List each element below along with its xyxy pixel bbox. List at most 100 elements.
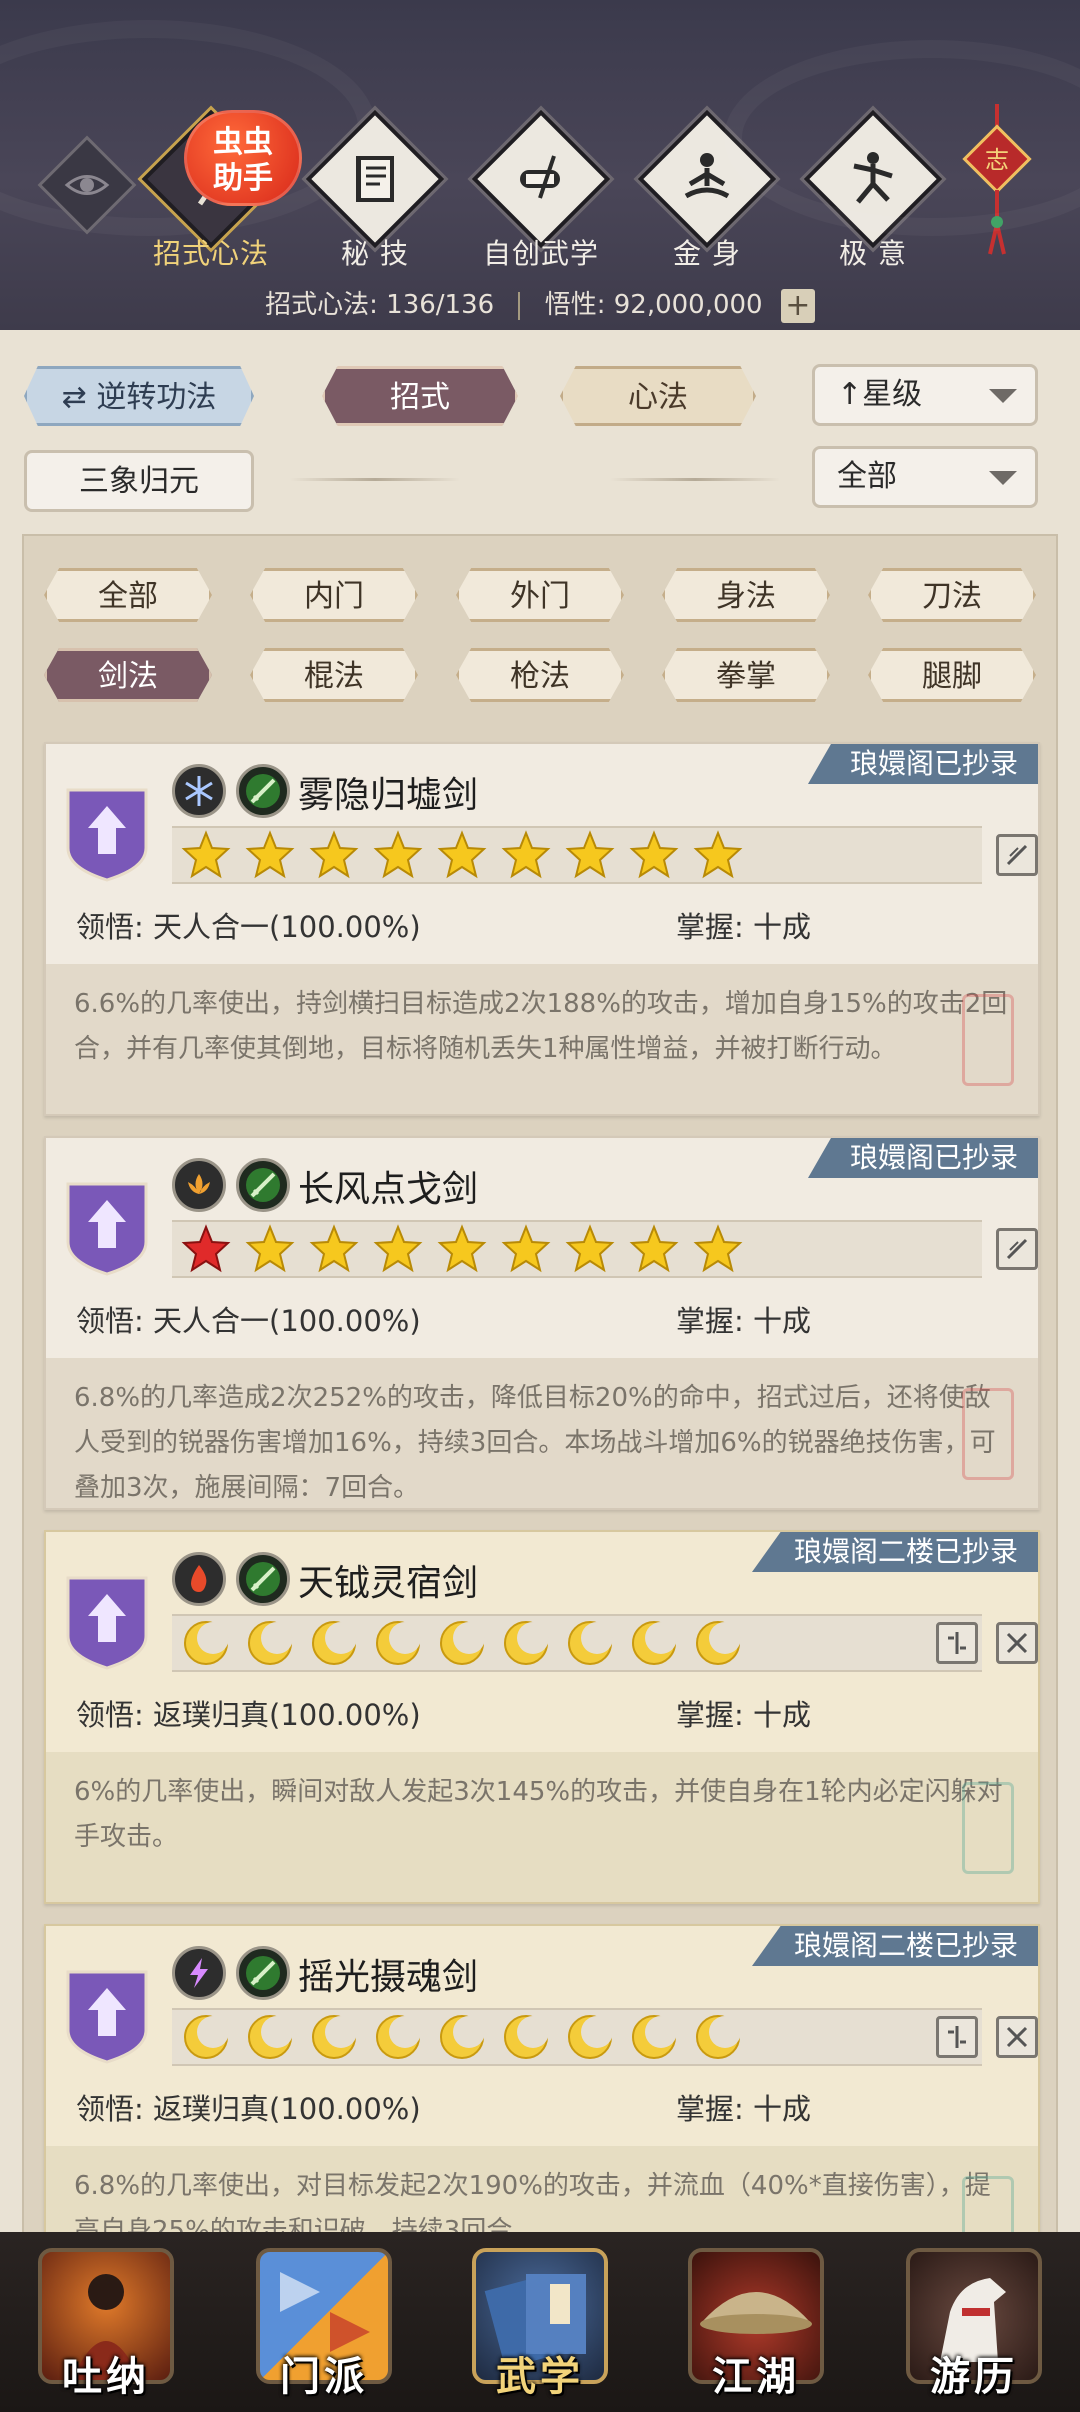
scope-select[interactable]: 全部 (812, 446, 1038, 508)
element-badge (172, 1946, 226, 2000)
weapon-type-badge (236, 1158, 290, 1212)
upgrade-shield-icon[interactable] (64, 784, 150, 884)
compare-button[interactable] (936, 1622, 978, 1664)
subfilter-movement[interactable]: 身法 (662, 568, 830, 622)
tab-label: 金 身 (673, 237, 741, 270)
skill-description: 6%的几率使出，瞬间对敌人发起3次145%的攻击，并使自身在1轮内必定闪躲对手攻… (46, 1752, 1038, 1902)
swap-arrows-icon: ⇄ (61, 380, 87, 415)
star-rating-icon (686, 827, 750, 883)
mastery: 掌握: 十成 (676, 1698, 812, 1732)
tab-miji[interactable]: 秘 技 (300, 109, 450, 280)
close-icon (1006, 1632, 1028, 1654)
close-compare-button[interactable] (996, 2016, 1038, 2058)
star-rating-icon (494, 1221, 558, 1277)
moon-rating-icon (238, 2009, 302, 2065)
star-rating (172, 1614, 982, 1672)
close-icon (1006, 2026, 1028, 2048)
sort-select[interactable]: ↑星级 (812, 364, 1038, 426)
chinese-knot-icon[interactable]: 志 (962, 104, 1032, 264)
nav-tuna[interactable]: 吐纳 (26, 2242, 186, 2408)
split-icon (948, 2026, 966, 2048)
sword-type-icon (246, 1562, 280, 1596)
chongchong-helper-badge[interactable]: 虫虫 助手 (184, 110, 302, 206)
close-compare-button[interactable] (996, 1622, 1038, 1664)
svg-text:志: 志 (985, 146, 1009, 174)
subfilter-leg[interactable]: 腿脚 (868, 648, 1036, 702)
skill-card[interactable]: 琅嬛阁二楼已抄录 天钺灵宿剑 领悟: 返璞归真(100.00%) 掌握: 十成 … (44, 1530, 1040, 1904)
subfilter-blade[interactable]: 刀法 (868, 568, 1036, 622)
star-rating (172, 2008, 982, 2066)
moon-rating-icon (430, 1615, 494, 1671)
upgrade-shield-icon[interactable] (64, 1178, 150, 1278)
star-rating-icon (558, 827, 622, 883)
skill-card[interactable]: 琅嬛阁二楼已抄录 摇光摄魂剑 领悟: 返璞归真(100.00%) 掌握: 十成 … (44, 1924, 1040, 2232)
subfilter-sword[interactable]: 剑法 (44, 648, 212, 702)
moon-rating-icon (558, 1615, 622, 1671)
visibility-toggle[interactable] (37, 135, 137, 235)
subfilter-staff[interactable]: 棍法 (250, 648, 418, 702)
swap-slash-icon (1006, 844, 1028, 866)
arrow-up-icon: ↑ (837, 377, 863, 412)
top-header: 招式心法 虫虫 助手 秘 技 自创武学 金 身 极 意 志 招式心法: 136/… (0, 0, 1080, 330)
star-rating-icon (366, 1221, 430, 1277)
add-wuxing-button[interactable]: + (780, 288, 815, 323)
moon-rating-icon (366, 1615, 430, 1671)
skill-description: 6.6%的几率使出，持剑横扫目标造成2次188%的攻击，增加自身15%的攻击2回… (46, 964, 1038, 1114)
skill-name: 天钺灵宿剑 (298, 1563, 479, 1604)
star-rating-icon (430, 827, 494, 883)
divider (290, 478, 460, 481)
star-rating-icon (302, 1221, 366, 1277)
element-badge (172, 764, 226, 818)
source-tag: 琅嬛阁已抄录 (807, 1138, 1038, 1178)
weapon-type-badge (236, 1946, 290, 2000)
nav-jianghu[interactable]: 江湖 (676, 2242, 836, 2408)
reverse-method-button[interactable]: ⇄ 逆转功法 (24, 366, 254, 426)
upgrade-shield-icon[interactable] (64, 1966, 150, 2066)
fighter-pose-icon (853, 152, 893, 204)
tab-jiyi[interactable]: 极 意 (798, 109, 948, 280)
skill-list-panel: 全部 内门 外门 身法 刀法 剑法 棍法 枪法 拳掌 腿脚 琅嬛阁已抄录 雾隐归… (22, 534, 1058, 2234)
star-rating-icon (238, 1221, 302, 1277)
star-rating-icon (430, 1221, 494, 1277)
swap-button[interactable] (996, 834, 1038, 876)
skill-card[interactable]: 琅嬛阁已抄录 雾隐归墟剑 领悟: 天人合一(100.00%) 掌握: 十成 6.… (44, 742, 1040, 1116)
sword-type-icon (246, 1168, 280, 1202)
moon-rating-icon (366, 2009, 430, 2065)
compare-button[interactable] (936, 2016, 978, 2058)
tab-label: 秘 技 (341, 237, 409, 270)
element-badge (172, 1158, 226, 1212)
sword-type-icon (246, 1956, 280, 1990)
understanding: 领悟: 天人合一(100.00%) (76, 1304, 421, 1338)
understanding: 领悟: 返璞归真(100.00%) (76, 1698, 421, 1732)
source-tag: 琅嬛阁二楼已抄录 (751, 1926, 1038, 1966)
moon-rating-icon (622, 2009, 686, 2065)
tab-zichuang-wuxue[interactable]: 自创武学 (466, 109, 616, 280)
lotus-icon (188, 1174, 210, 1194)
sanxiang-guiyuan-button[interactable]: 三象归元 (24, 450, 254, 512)
tab-zhaoshi[interactable]: 招式 (322, 366, 518, 426)
subfilter-all[interactable]: 全部 (44, 568, 212, 622)
tab-xinfa[interactable]: 心法 (560, 366, 756, 426)
mastery: 掌握: 十成 (676, 1304, 812, 1338)
skill-name: 摇光摄魂剑 (298, 1957, 479, 1998)
nav-youli[interactable]: 游历 (894, 2242, 1054, 2408)
subfilter-fist[interactable]: 拳掌 (662, 648, 830, 702)
subfilter-spear[interactable]: 枪法 (456, 648, 624, 702)
nav-menpai[interactable]: 门派 (244, 2242, 404, 2408)
skill-card[interactable]: 琅嬛阁已抄录 长风点戈剑 领悟: 天人合一(100.00%) 掌握: 十成 6.… (44, 1136, 1040, 1510)
subfilter-outer[interactable]: 外门 (456, 568, 624, 622)
moon-rating-icon (686, 2009, 750, 2065)
moon-rating-icon (302, 1615, 366, 1671)
weapon-type-badge (236, 764, 290, 818)
star-rating (172, 1220, 982, 1278)
split-icon (948, 1632, 966, 1654)
skill-description: 6.8%的几率使出，对目标发起2次190%的攻击，并流血（40%*直接伤害），提… (46, 2146, 1038, 2232)
subfilter-inner[interactable]: 内门 (250, 568, 418, 622)
nav-wuxue[interactable]: 武学 (460, 2242, 620, 2408)
meditation-icon (684, 153, 730, 199)
tab-label: 自创武学 (482, 237, 599, 270)
tab-jinshen[interactable]: 金 身 (632, 109, 782, 280)
upgrade-shield-icon[interactable] (64, 1572, 150, 1672)
star-rating-icon (622, 1221, 686, 1277)
swap-button[interactable] (996, 1228, 1038, 1270)
